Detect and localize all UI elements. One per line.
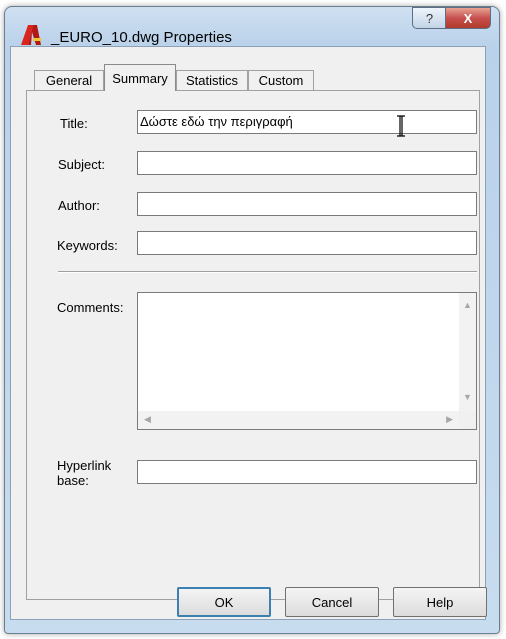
subject-label: Subject: [58,157,105,172]
cancel-button-label: Cancel [311,594,353,610]
vertical-scrollbar[interactable]: ▲ ▼ [459,293,476,411]
author-label: Author: [58,198,100,213]
help-button-label: Help [426,594,454,610]
help-button[interactable]: Help [393,587,487,617]
tab-custom-label: Custom [258,73,304,88]
help-question-button[interactable]: ? [412,7,447,29]
scroll-right-icon[interactable]: ▶ [446,415,453,424]
ok-button[interactable]: OK [177,587,271,617]
scroll-left-icon[interactable]: ◀ [144,415,151,424]
tab-summary-label: Summary [112,70,168,86]
separator-line [58,271,477,273]
cancel-button[interactable]: Cancel [285,587,379,617]
subject-field[interactable] [137,151,477,175]
comments-label: Comments: [57,300,124,315]
keywords-label: Keywords: [57,238,118,253]
tab-statistics[interactable]: Statistics [176,70,248,90]
tab-custom[interactable]: Custom [248,70,314,90]
keywords-field[interactable] [137,231,477,255]
comments-textarea[interactable]: ▲ ▼ ◀ ▶ [137,292,477,430]
text-cursor-icon [397,115,405,137]
question-mark-icon: ? [425,10,434,26]
horizontal-scrollbar[interactable]: ◀ ▶ [138,411,459,429]
author-field[interactable] [137,192,477,216]
autocad-app-icon [21,25,41,45]
scrollbar-corner [459,411,476,429]
title-field[interactable]: Δώστε εδώ την περιγραφή [137,110,477,134]
hyperlink-base-label: Hyperlink base: [57,458,111,488]
window-title: _EURO_10.dwg Properties [51,29,232,46]
tab-summary[interactable]: Summary [104,64,176,91]
scroll-up-icon[interactable]: ▲ [463,301,472,310]
hyperlink-label-line2: base: [57,473,89,488]
close-window-button[interactable]: X [445,7,491,29]
tab-statistics-label: Statistics [185,73,238,88]
ok-button-label: OK [214,594,234,610]
hyperlink-base-field[interactable] [137,460,477,484]
tab-general[interactable]: General [34,70,104,90]
tab-general-label: General [45,73,93,88]
scroll-down-icon[interactable]: ▼ [463,393,472,402]
hyperlink-label-line1: Hyperlink [57,458,112,473]
title-label: Title: [60,116,88,131]
close-icon: X [463,10,473,26]
